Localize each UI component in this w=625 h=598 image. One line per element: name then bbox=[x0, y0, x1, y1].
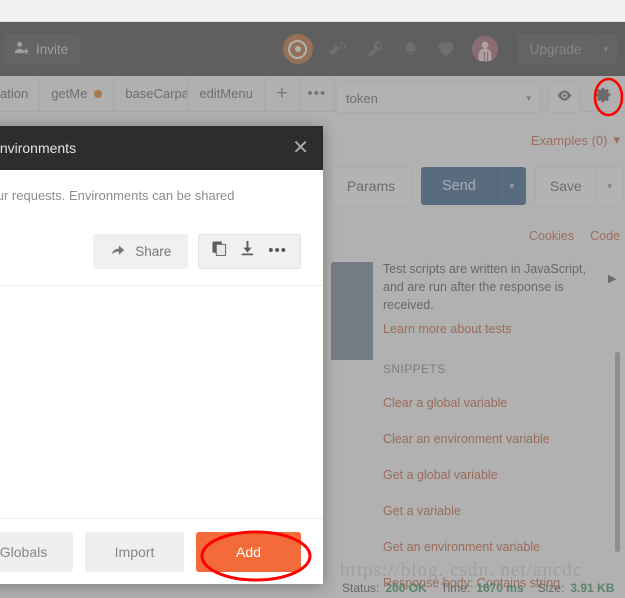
new-tab-button[interactable]: + bbox=[265, 76, 300, 111]
tab-label: ation bbox=[0, 86, 29, 101]
download-icon[interactable] bbox=[240, 241, 255, 261]
header-icon-group: Upgrade ▾ bbox=[282, 34, 625, 64]
environment-select-value: token bbox=[346, 90, 378, 106]
modal-footer: Globals Import Add bbox=[0, 518, 323, 584]
tab-getme[interactable]: getMe bbox=[40, 76, 115, 111]
modal-body: text of your requests. Environments can … bbox=[0, 170, 323, 518]
satellite-icon[interactable] bbox=[328, 39, 349, 59]
tab-label: getMe bbox=[51, 86, 88, 101]
share-arrow-icon bbox=[110, 242, 126, 261]
learn-more-about-tests-link[interactable]: Learn more about tests bbox=[383, 322, 625, 336]
tests-description: Test scripts are written in JavaScript, … bbox=[383, 262, 586, 313]
environment-quick-look-button[interactable] bbox=[548, 83, 580, 113]
code-link[interactable]: Code bbox=[590, 229, 620, 243]
modal-title: Manage Environments bbox=[0, 140, 77, 156]
bell-notification-icon[interactable] bbox=[401, 40, 420, 59]
test-script-editor[interactable] bbox=[331, 262, 373, 360]
cookies-code-links: Cookies Code bbox=[330, 226, 620, 246]
cookies-link[interactable]: Cookies bbox=[529, 229, 574, 243]
size-label: Size: bbox=[537, 581, 565, 595]
postman-app-window: Invite Upgrade ▾ ation getMe baseCarpa e… bbox=[0, 0, 625, 598]
add-button[interactable]: Add bbox=[196, 531, 301, 572]
app-header: Invite Upgrade ▾ bbox=[0, 22, 625, 76]
params-button[interactable]: Params bbox=[330, 167, 412, 205]
postman-sync-icon[interactable] bbox=[282, 34, 313, 64]
chevron-down-icon: ▾ bbox=[526, 92, 531, 103]
share-button[interactable]: Share bbox=[93, 233, 189, 269]
eye-icon bbox=[556, 87, 573, 109]
modal-header: Manage Environments ✕ bbox=[0, 126, 323, 170]
upgrade-button[interactable]: Upgrade ▾ bbox=[517, 34, 617, 64]
time-value: 1670 ms bbox=[476, 581, 524, 595]
status-label: Status: bbox=[342, 581, 380, 595]
unsaved-indicator-icon bbox=[94, 89, 103, 98]
more-horizontal-icon[interactable]: ••• bbox=[268, 243, 287, 258]
wrench-icon[interactable] bbox=[365, 39, 385, 59]
snippet-item[interactable]: Get a global variable bbox=[383, 467, 597, 484]
snippet-item[interactable]: Clear a global variable bbox=[383, 395, 597, 412]
snippet-item[interactable]: Get an environment variable bbox=[383, 539, 597, 556]
duplicate-icon[interactable] bbox=[212, 241, 227, 261]
user-avatar[interactable] bbox=[471, 36, 498, 62]
examples-link[interactable]: Examples (0) ▾ bbox=[330, 130, 620, 150]
modal-description: text of your requests. Environments can … bbox=[0, 188, 235, 203]
share-button-label: Share bbox=[135, 243, 172, 259]
manage-environments-modal: Manage Environments ✕ text of your reque… bbox=[0, 126, 323, 584]
environment-actions-row: Share ••• bbox=[0, 233, 301, 269]
save-button[interactable]: Save bbox=[536, 168, 596, 204]
environment-icon-actions: ••• bbox=[198, 233, 301, 269]
examples-label: Examples (0) bbox=[530, 132, 608, 148]
environment-select[interactable]: token ▾ bbox=[336, 83, 541, 113]
modal-divider bbox=[0, 284, 323, 286]
manage-environments-gear-button[interactable] bbox=[587, 83, 619, 113]
snippet-item[interactable]: Get a variable bbox=[383, 503, 597, 520]
tab-label: baseCarpark bbox=[125, 86, 189, 101]
tests-snippets-panel: Test scripts are written in JavaScript, … bbox=[383, 260, 625, 590]
time-label: Time: bbox=[440, 581, 471, 595]
size-value: 3.91 KB bbox=[570, 581, 615, 595]
send-button-group: Send ▾ bbox=[421, 167, 526, 205]
tab-editmenu[interactable]: editMenu bbox=[188, 76, 265, 111]
globals-button[interactable]: Globals bbox=[0, 531, 73, 572]
invite-button[interactable]: Invite bbox=[4, 34, 81, 64]
import-button[interactable]: Import bbox=[85, 531, 184, 572]
snippets-scrollbar[interactable] bbox=[615, 352, 620, 552]
tab-basecarpark[interactable]: baseCarpark bbox=[114, 76, 189, 111]
request-action-row: Params Send ▾ Save ▾ bbox=[330, 166, 625, 206]
window-title-strip bbox=[0, 0, 625, 22]
tab-label: editMenu bbox=[199, 86, 253, 101]
upgrade-label: Upgrade bbox=[529, 41, 582, 57]
status-value: 200 OK bbox=[385, 581, 427, 595]
chevron-down-icon[interactable]: ▾ bbox=[594, 44, 617, 55]
snippet-item[interactable]: Clear an environment variable bbox=[383, 431, 597, 448]
heart-icon[interactable] bbox=[436, 39, 456, 59]
environment-bar: token ▾ bbox=[330, 76, 625, 120]
invite-button-label: Invite bbox=[36, 41, 69, 57]
tab-ation[interactable]: ation bbox=[0, 76, 41, 111]
send-button[interactable]: Send bbox=[421, 167, 497, 205]
response-status-bar: Status: 200 OK Time: 1670 ms Size: 3.91 … bbox=[330, 578, 625, 598]
close-icon[interactable]: ✕ bbox=[292, 138, 309, 158]
save-options-chevron-down-icon[interactable]: ▾ bbox=[597, 168, 623, 204]
gear-icon bbox=[594, 86, 613, 110]
save-button-group: Save ▾ bbox=[534, 167, 624, 205]
person-add-icon bbox=[14, 40, 29, 58]
chevron-down-icon: ▾ bbox=[613, 132, 620, 147]
send-options-chevron-down-icon[interactable]: ▾ bbox=[498, 167, 526, 205]
snippets-header: SNIPPETS bbox=[383, 362, 446, 377]
